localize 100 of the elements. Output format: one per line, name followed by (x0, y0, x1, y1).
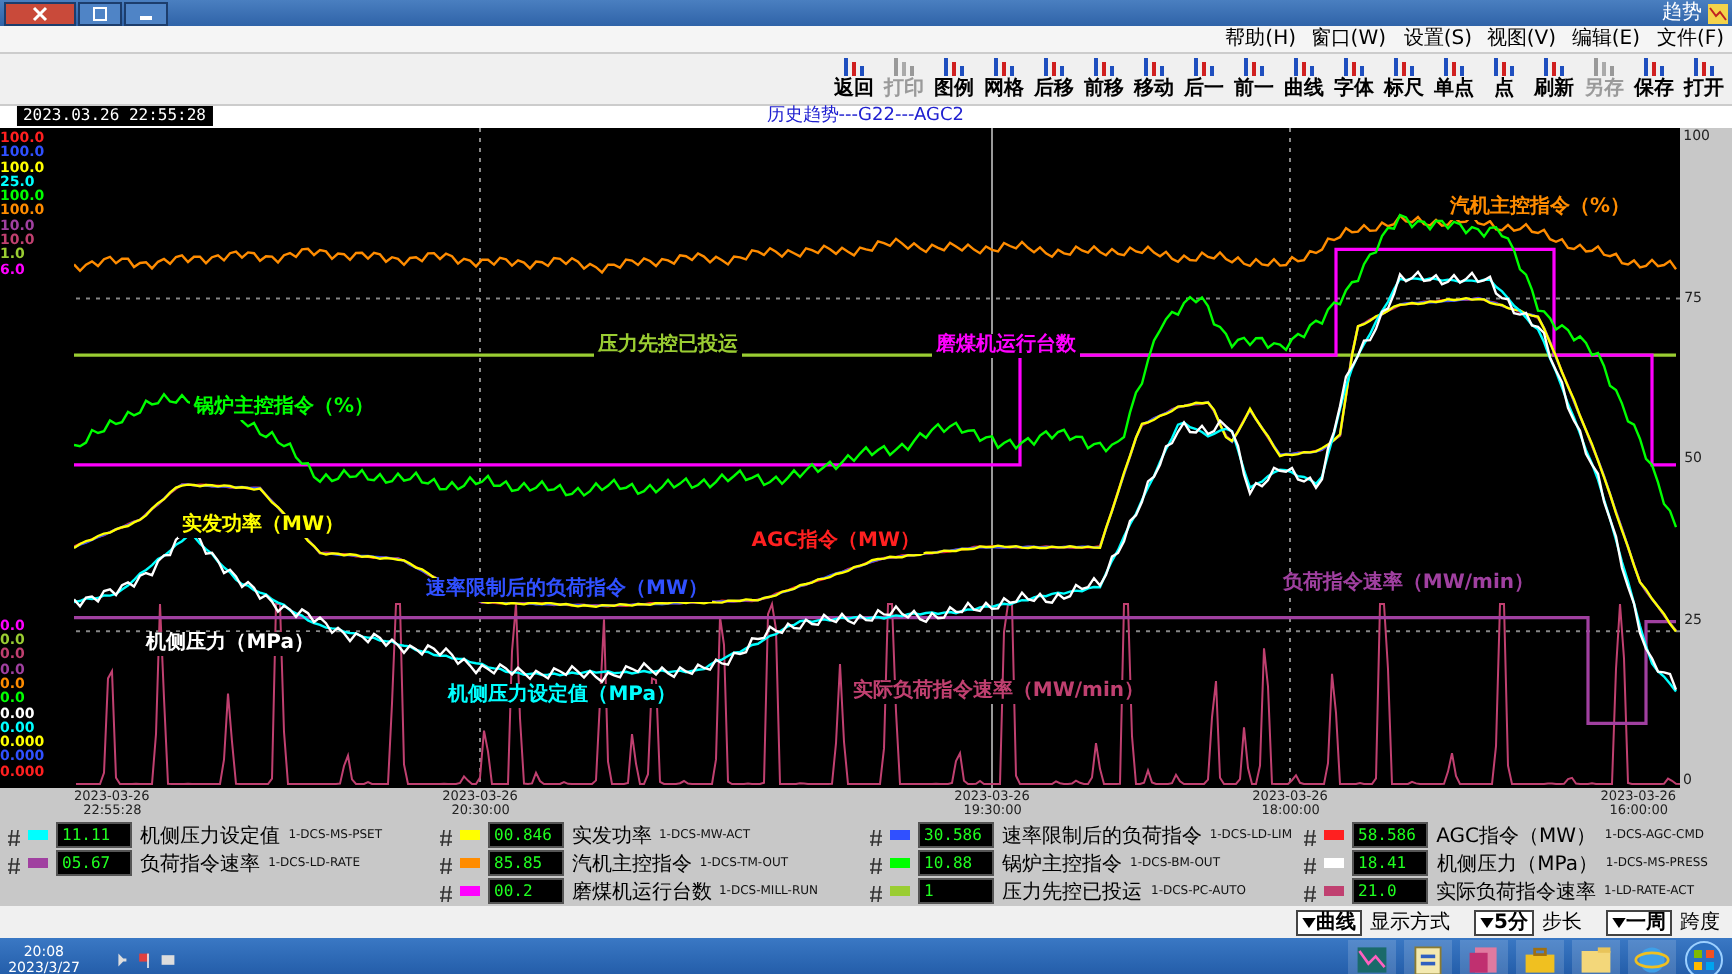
series-name: 实发功率 (571, 823, 652, 849)
bar-chart-icon (942, 58, 966, 78)
toolbar-button[interactable]: 前一 (1230, 54, 1278, 104)
series-label: 压力先控已投运 (594, 334, 742, 358)
clipboard-icon[interactable] (1404, 940, 1452, 974)
menu-item[interactable]: 视图(V) (1487, 26, 1557, 52)
value-display: 00.846 (487, 822, 564, 848)
toolbar-button[interactable]: 标尺 (1380, 54, 1428, 104)
bar-chart-icon (892, 58, 916, 78)
restore-button[interactable] (78, 1, 122, 25)
toolbar-button[interactable]: 前移 (1080, 54, 1128, 104)
toolbar-button[interactable]: 单点 (1430, 54, 1478, 104)
folder-icon[interactable] (1572, 940, 1620, 974)
series-name: 速率限制后的负荷指令 (1002, 823, 1203, 849)
hash-icon[interactable] (439, 886, 452, 902)
chart-title: 历史趋势---G22---AGC2 (767, 106, 965, 128)
series-name: 磨煤机运行台数 (571, 879, 712, 905)
toolbar-button[interactable]: 网格 (980, 54, 1028, 104)
close-icon (30, 5, 50, 21)
series-name: 锅炉主控指令 (1002, 851, 1123, 877)
menu-item[interactable]: 设置(S) (1403, 26, 1472, 52)
toolbar-button[interactable]: 刷新 (1530, 54, 1578, 104)
menu-item[interactable]: 文件(F) (1656, 26, 1724, 52)
hash-icon[interactable] (8, 830, 20, 846)
value-display: 10.88 (918, 850, 995, 876)
toolbar-button[interactable]: 字体 (1330, 54, 1378, 104)
hash-icon[interactable] (1304, 886, 1317, 902)
value-display: 58.586 (1352, 822, 1429, 848)
series-name: 汽机主控指令 (571, 851, 692, 877)
bar-chart-icon (1442, 58, 1466, 78)
flag-icon[interactable] (135, 952, 152, 968)
dropdown[interactable]: 曲线 (1296, 909, 1363, 935)
window-title: 趋势 (1662, 1, 1702, 25)
hash-icon[interactable] (870, 830, 883, 846)
dropdown[interactable]: 5分 (1474, 909, 1534, 935)
value-display: 05.67 (56, 850, 132, 876)
series-label: 速率限制后的负荷指令（MW） (422, 578, 712, 602)
hash-icon[interactable] (870, 858, 883, 874)
value-display: 00.2 (487, 878, 564, 904)
value-display: 18.41 (1352, 850, 1429, 876)
network-icon[interactable] (159, 952, 176, 968)
series-label: AGC指令（MW） (747, 530, 924, 554)
bar-chart-icon (1392, 58, 1416, 78)
toolbar-button[interactable]: 后一 (1180, 54, 1228, 104)
toolbar-button[interactable]: 曲线 (1280, 54, 1328, 104)
bar-chart-icon (1192, 58, 1216, 78)
value-display: 30.586 (918, 822, 995, 848)
bar-chart-icon (1542, 58, 1566, 78)
toolbar-button[interactable]: 保存 (1630, 54, 1678, 104)
caret-icon (1480, 917, 1495, 927)
series-name: 机侧压力设定值 (140, 823, 280, 849)
timestamp: 2023.03.26 22:55:28 (16, 106, 212, 126)
bar-chart-icon (1692, 58, 1716, 78)
close-button[interactable] (4, 1, 76, 25)
series-name: AGC指令（MW） (1436, 823, 1597, 849)
hash-icon[interactable] (1304, 830, 1317, 846)
toolbar-button[interactable]: 移动 (1130, 54, 1178, 104)
bar-chart-icon (992, 58, 1016, 78)
bar-chart-icon (842, 58, 866, 78)
series-label: 磨煤机运行台数 (932, 334, 1080, 358)
value-display: 1 (918, 878, 995, 904)
toolbox-icon[interactable] (1516, 940, 1564, 974)
bar-chart-icon (1492, 58, 1516, 78)
bar-chart-icon (1242, 58, 1266, 78)
restore-icon (90, 5, 110, 21)
menu-item[interactable]: 编辑(E) (1572, 26, 1641, 52)
series-name: 负荷指令速率 (140, 851, 260, 877)
hash-icon[interactable] (8, 858, 20, 874)
menu-item[interactable]: 窗口(W) (1311, 26, 1387, 52)
control-label: 显示方式 (1370, 909, 1451, 936)
bar-chart-icon (1592, 58, 1616, 78)
control-label: 步长 (1542, 909, 1582, 936)
hash-icon[interactable] (1304, 858, 1317, 874)
control-label: 跨度 (1680, 909, 1720, 936)
series-name: 实际负荷指令速率 (1436, 879, 1597, 905)
caret-icon (1302, 917, 1317, 927)
browser-icon[interactable] (1628, 940, 1676, 974)
hash-icon[interactable] (439, 830, 452, 846)
series-label: 机侧压力（MPa） (142, 632, 318, 656)
series-name: 机侧压力（MPa） (1436, 851, 1598, 877)
dropdown[interactable]: 一周 (1606, 909, 1672, 935)
toolbar-button[interactable]: 图例 (930, 54, 978, 104)
toolbar-button[interactable]: 打开 (1680, 54, 1728, 104)
toolbar-button[interactable]: 后移 (1030, 54, 1078, 104)
value-display: 21.0 (1352, 878, 1429, 904)
toolbar-button[interactable]: 返回 (830, 54, 878, 104)
toolbar-button[interactable]: 点 (1480, 54, 1528, 104)
hash-icon[interactable] (870, 886, 883, 902)
bar-chart-icon (1042, 58, 1066, 78)
series-name: 压力先控已投运 (1002, 879, 1143, 905)
chart-icon (1708, 3, 1728, 23)
hash-icon[interactable] (439, 858, 452, 874)
menu-item[interactable]: 帮助(H) (1224, 26, 1296, 52)
start-button[interactable] (1684, 940, 1724, 974)
minimize-button[interactable] (124, 1, 168, 25)
bar-chart-icon (1292, 58, 1316, 78)
value-display: 11.11 (56, 822, 132, 848)
bar-chart-icon (1092, 58, 1116, 78)
bar-chart-icon (1642, 58, 1666, 78)
bar-chart-icon (1142, 58, 1166, 78)
